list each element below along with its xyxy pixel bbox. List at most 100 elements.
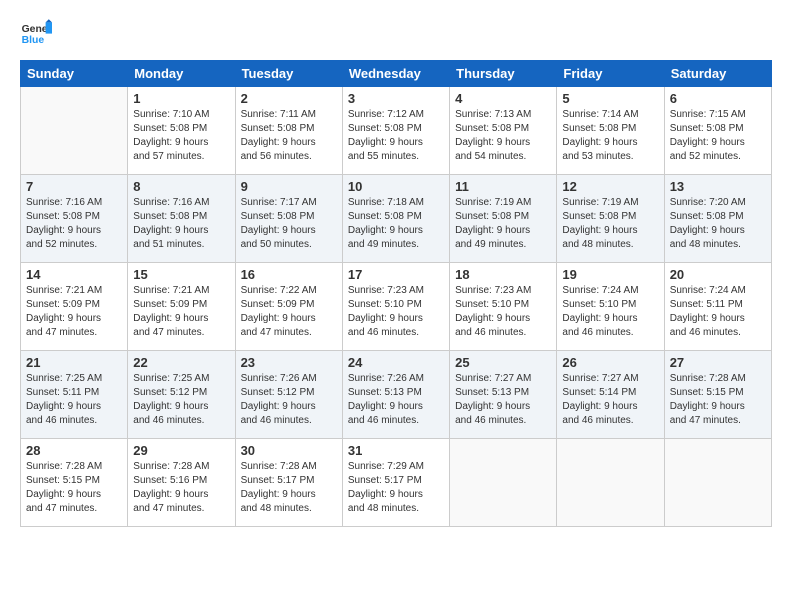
calendar-cell: 11 Sunrise: 7:19 AM Sunset: 5:08 PM Dayli… — [450, 175, 557, 263]
weekday-header-sunday: Sunday — [21, 61, 128, 87]
day-number: 26 — [562, 355, 658, 370]
calendar-cell: 3 Sunrise: 7:12 AM Sunset: 5:08 PM Daylig… — [342, 87, 449, 175]
day-info: Sunrise: 7:22 AM Sunset: 5:09 PM Dayligh… — [241, 284, 337, 340]
day-number: 23 — [241, 355, 337, 370]
day-number: 9 — [241, 179, 337, 194]
day-number: 31 — [348, 443, 444, 458]
calendar-cell: 26Sunrise: 7:27 AM Sunset: 5:14 PM Dayli… — [557, 351, 664, 439]
day-info: Sunrise: 7:24 AM Sunset: 5:10 PM Dayligh… — [562, 284, 658, 340]
calendar-cell: 6Sunrise: 7:15 AM Sunset: 5:08 PM Daylig… — [664, 87, 771, 175]
day-number: 19 — [562, 267, 658, 282]
day-info: Sunrise: 7:12 AM Sunset: 5:08 PM Dayligh… — [348, 108, 444, 164]
calendar-cell — [21, 87, 128, 175]
day-info: Sunrise: 7:11 AM Sunset: 5:08 PM Dayligh… — [241, 108, 337, 164]
day-info: Sunrise: 7:27 AM Sunset: 5:13 PM Dayligh… — [455, 372, 551, 428]
calendar-cell: 18 Sunrise: 7:23 AM Sunset: 5:10 PM Dayli… — [450, 263, 557, 351]
weekday-header-monday: Monday — [128, 61, 235, 87]
calendar-cell: 15 Sunrise: 7:21 AM Sunset: 5:09 PM Dayli… — [128, 263, 235, 351]
day-number: 1 — [133, 91, 229, 106]
calendar-cell: 25 Sunrise: 7:27 AM Sunset: 5:13 PM Dayli… — [450, 351, 557, 439]
day-number: 5 — [562, 91, 658, 106]
svg-text:Blue: Blue — [22, 35, 45, 46]
calendar-cell: 28Sunrise: 7:28 AM Sunset: 5:15 PM Dayli… — [21, 439, 128, 527]
day-info: Sunrise: 7:28 AM Sunset: 5:16 PM Dayligh… — [133, 460, 229, 516]
calendar-cell — [557, 439, 664, 527]
day-number: 22 — [133, 355, 229, 370]
weekday-header-friday: Friday — [557, 61, 664, 87]
day-info: Sunrise: 7:21 AM Sunset: 5:09 PM Dayligh… — [26, 284, 122, 340]
calendar-cell: 23 Sunrise: 7:26 AM Sunset: 5:12 PM Dayli… — [235, 351, 342, 439]
day-info: Sunrise: 7:14 AM Sunset: 5:08 PM Dayligh… — [562, 108, 658, 164]
calendar-cell: 22 Sunrise: 7:25 AM Sunset: 5:12 PM Dayli… — [128, 351, 235, 439]
weekday-header-row: SundayMondayTuesdayWednesdayThursdayFrid… — [21, 61, 772, 87]
weekday-header-thursday: Thursday — [450, 61, 557, 87]
day-info: Sunrise: 7:17 AM Sunset: 5:08 PM Dayligh… — [241, 196, 337, 252]
week-row-3: 14Sunrise: 7:21 AM Sunset: 5:09 PM Dayli… — [21, 263, 772, 351]
day-info: Sunrise: 7:21 AM Sunset: 5:09 PM Dayligh… — [133, 284, 229, 340]
week-row-1: 1Sunrise: 7:10 AM Sunset: 5:08 PM Daylig… — [21, 87, 772, 175]
logo: General Blue — [20, 16, 58, 48]
day-info: Sunrise: 7:19 AM Sunset: 5:08 PM Dayligh… — [562, 196, 658, 252]
weekday-header-wednesday: Wednesday — [342, 61, 449, 87]
weekday-header-saturday: Saturday — [664, 61, 771, 87]
day-number: 25 — [455, 355, 551, 370]
day-info: Sunrise: 7:23 AM Sunset: 5:10 PM Dayligh… — [348, 284, 444, 340]
day-info: Sunrise: 7:25 AM Sunset: 5:12 PM Dayligh… — [133, 372, 229, 428]
day-number: 3 — [348, 91, 444, 106]
day-number: 21 — [26, 355, 122, 370]
day-number: 28 — [26, 443, 122, 458]
calendar-cell: 12 Sunrise: 7:19 AM Sunset: 5:08 PM Dayli… — [557, 175, 664, 263]
calendar-cell: 29 Sunrise: 7:28 AM Sunset: 5:16 PM Dayli… — [128, 439, 235, 527]
day-number: 10 — [348, 179, 444, 194]
day-info: Sunrise: 7:16 AM Sunset: 5:08 PM Dayligh… — [133, 196, 229, 252]
calendar-cell — [450, 439, 557, 527]
week-row-4: 21 Sunrise: 7:25 AM Sunset: 5:11 PM Dayli… — [21, 351, 772, 439]
calendar-cell: 27 Sunrise: 7:28 AM Sunset: 5:15 PM Dayli… — [664, 351, 771, 439]
day-number: 29 — [133, 443, 229, 458]
day-number: 11 — [455, 179, 551, 194]
day-number: 27 — [670, 355, 766, 370]
weekday-header-tuesday: Tuesday — [235, 61, 342, 87]
calendar-cell: 14Sunrise: 7:21 AM Sunset: 5:09 PM Dayli… — [21, 263, 128, 351]
day-info: Sunrise: 7:19 AM Sunset: 5:08 PM Dayligh… — [455, 196, 551, 252]
calendar-cell: 31 Sunrise: 7:29 AM Sunset: 5:17 PM Dayli… — [342, 439, 449, 527]
calendar-cell — [664, 439, 771, 527]
day-number: 12 — [562, 179, 658, 194]
day-info: Sunrise: 7:29 AM Sunset: 5:17 PM Dayligh… — [348, 460, 444, 516]
day-number: 18 — [455, 267, 551, 282]
week-row-5: 28Sunrise: 7:28 AM Sunset: 5:15 PM Dayli… — [21, 439, 772, 527]
day-info: Sunrise: 7:16 AM Sunset: 5:08 PM Dayligh… — [26, 196, 122, 252]
day-info: Sunrise: 7:26 AM Sunset: 5:12 PM Dayligh… — [241, 372, 337, 428]
calendar-cell: 2 Sunrise: 7:11 AM Sunset: 5:08 PM Daylig… — [235, 87, 342, 175]
day-number: 4 — [455, 91, 551, 106]
day-number: 8 — [133, 179, 229, 194]
day-info: Sunrise: 7:18 AM Sunset: 5:08 PM Dayligh… — [348, 196, 444, 252]
day-number: 16 — [241, 267, 337, 282]
day-info: Sunrise: 7:24 AM Sunset: 5:11 PM Dayligh… — [670, 284, 766, 340]
day-info: Sunrise: 7:25 AM Sunset: 5:11 PM Dayligh… — [26, 372, 122, 428]
day-info: Sunrise: 7:15 AM Sunset: 5:08 PM Dayligh… — [670, 108, 766, 164]
day-info: Sunrise: 7:26 AM Sunset: 5:13 PM Dayligh… — [348, 372, 444, 428]
day-number: 17 — [348, 267, 444, 282]
calendar-cell: 1Sunrise: 7:10 AM Sunset: 5:08 PM Daylig… — [128, 87, 235, 175]
calendar-cell: 30Sunrise: 7:28 AM Sunset: 5:17 PM Dayli… — [235, 439, 342, 527]
day-info: Sunrise: 7:23 AM Sunset: 5:10 PM Dayligh… — [455, 284, 551, 340]
day-info: Sunrise: 7:28 AM Sunset: 5:17 PM Dayligh… — [241, 460, 337, 516]
calendar-cell: 17 Sunrise: 7:23 AM Sunset: 5:10 PM Dayli… — [342, 263, 449, 351]
header: General Blue — [20, 16, 772, 48]
day-number: 13 — [670, 179, 766, 194]
calendar-cell: 10 Sunrise: 7:18 AM Sunset: 5:08 PM Dayli… — [342, 175, 449, 263]
calendar-cell: 7Sunrise: 7:16 AM Sunset: 5:08 PM Daylig… — [21, 175, 128, 263]
day-info: Sunrise: 7:13 AM Sunset: 5:08 PM Dayligh… — [455, 108, 551, 164]
calendar-table: SundayMondayTuesdayWednesdayThursdayFrid… — [20, 60, 772, 527]
day-number: 2 — [241, 91, 337, 106]
calendar-cell: 9 Sunrise: 7:17 AM Sunset: 5:08 PM Daylig… — [235, 175, 342, 263]
day-info: Sunrise: 7:28 AM Sunset: 5:15 PM Dayligh… — [670, 372, 766, 428]
calendar-cell: 8 Sunrise: 7:16 AM Sunset: 5:08 PM Daylig… — [128, 175, 235, 263]
calendar-cell: 24Sunrise: 7:26 AM Sunset: 5:13 PM Dayli… — [342, 351, 449, 439]
calendar-cell: 4 Sunrise: 7:13 AM Sunset: 5:08 PM Daylig… — [450, 87, 557, 175]
day-number: 15 — [133, 267, 229, 282]
day-info: Sunrise: 7:20 AM Sunset: 5:08 PM Dayligh… — [670, 196, 766, 252]
day-number: 20 — [670, 267, 766, 282]
week-row-2: 7Sunrise: 7:16 AM Sunset: 5:08 PM Daylig… — [21, 175, 772, 263]
